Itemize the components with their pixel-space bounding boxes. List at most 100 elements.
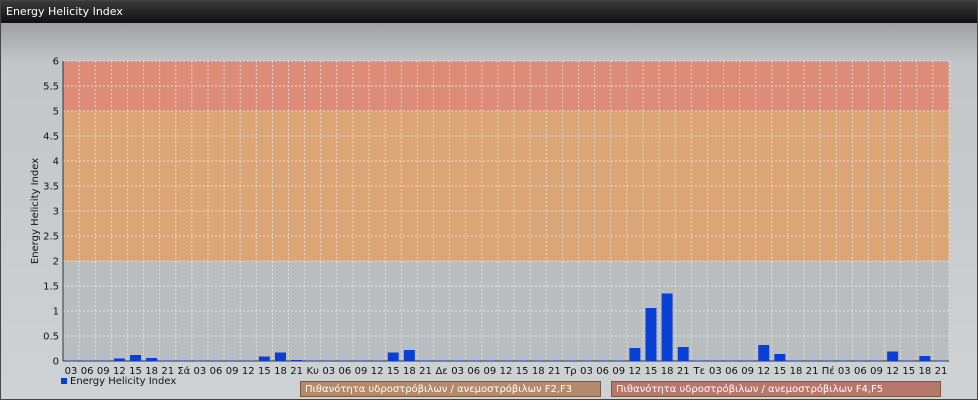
y-tick-label: 1.5 xyxy=(43,282,59,293)
bar xyxy=(677,347,689,361)
bar xyxy=(355,360,367,362)
x-tick-label: 03 xyxy=(451,366,464,377)
window-title: Energy Helicity Index xyxy=(1,1,977,23)
bar xyxy=(613,360,625,362)
bar xyxy=(452,360,464,362)
y-tick-label: 1 xyxy=(53,307,59,318)
x-tick-label: 03 xyxy=(709,366,722,377)
x-tick-label: 21 xyxy=(419,366,432,377)
x-tick-label: 21 xyxy=(935,366,948,377)
bar xyxy=(178,360,190,362)
legend-label: Energy Helicity Index xyxy=(70,376,177,387)
x-tick-label: 09 xyxy=(741,366,754,377)
bar xyxy=(774,354,786,361)
y-tick-label: 4.5 xyxy=(43,132,59,143)
bar xyxy=(468,360,480,362)
x-tick-label: 12 xyxy=(757,366,770,377)
bar xyxy=(500,360,512,362)
bar xyxy=(661,293,673,361)
y-tick-label: 2 xyxy=(53,257,59,268)
bar xyxy=(194,360,206,362)
bar xyxy=(403,350,415,361)
bar xyxy=(113,358,125,361)
x-tick-label: 12 xyxy=(886,366,899,377)
bar xyxy=(146,358,158,361)
bar xyxy=(758,345,770,361)
y-tick-label: 6 xyxy=(53,57,59,68)
bar xyxy=(645,308,657,361)
legend-swatch xyxy=(61,378,67,384)
x-tick-label: 06 xyxy=(854,366,867,377)
x-tick-label: 06 xyxy=(596,366,609,377)
bar xyxy=(436,360,448,362)
x-tick-label: 12 xyxy=(371,366,384,377)
x-tick-label: 09 xyxy=(612,366,625,377)
bar xyxy=(242,360,254,362)
x-tick-label: 06 xyxy=(339,366,352,377)
x-tick-label: 12 xyxy=(629,366,642,377)
bar xyxy=(387,352,399,361)
x-tick-label: Δε xyxy=(435,366,447,377)
bar xyxy=(65,360,77,362)
x-tick-label: 18 xyxy=(403,366,416,377)
x-tick-label: 15 xyxy=(773,366,786,377)
y-tick-label: 3 xyxy=(53,207,59,218)
x-tick-label: 09 xyxy=(355,366,368,377)
x-tick-label: 09 xyxy=(870,366,883,377)
y-tick-label: 3.5 xyxy=(43,182,59,193)
chart-area: 0 0.5 1 1.5 2 2.5 3 3.5 4 4.5 5 5.5 6 Energy Helicity… xyxy=(1,23,977,399)
y-tick-label: 5.5 xyxy=(43,82,59,93)
y-tick-label: 2.5 xyxy=(43,232,59,243)
bar xyxy=(597,360,609,362)
x-tick-label: 03 xyxy=(194,366,207,377)
bar xyxy=(274,352,286,361)
x-tick-label: 12 xyxy=(500,366,513,377)
bar xyxy=(871,360,882,362)
bar xyxy=(323,360,335,362)
bar xyxy=(790,360,802,362)
x-tick-label: 15 xyxy=(258,366,271,377)
bar xyxy=(484,360,496,362)
band-label-f2f3: Πιθανότητα υδροστρόβιλων / ανεμοστρόβιλω… xyxy=(300,381,601,397)
x-tick-label: 18 xyxy=(661,366,674,377)
x-tick-label: 03 xyxy=(322,366,335,377)
x-tick-label: Τε xyxy=(693,366,706,377)
bar xyxy=(339,360,351,362)
x-tick-label: 15 xyxy=(902,366,915,377)
bar xyxy=(162,360,174,362)
bar xyxy=(307,360,319,362)
bar xyxy=(564,360,576,362)
x-tick-label: 15 xyxy=(645,366,658,377)
x-tick-label: 03 xyxy=(580,366,593,377)
x-tick-label: 06 xyxy=(725,366,738,377)
y-tick-label: 5 xyxy=(53,107,59,118)
bar xyxy=(130,355,141,361)
x-tick-label: 21 xyxy=(290,366,303,377)
bar xyxy=(581,360,593,362)
x-tick-label: 03 xyxy=(838,366,851,377)
x-tick-label: 09 xyxy=(484,366,497,377)
bar xyxy=(291,360,303,361)
x-tick-label: Κυ xyxy=(307,366,320,377)
x-tick-label: 15 xyxy=(387,366,400,377)
bar xyxy=(854,360,866,362)
x-tick-label: 18 xyxy=(274,366,287,377)
bar xyxy=(516,360,528,362)
bar xyxy=(371,360,383,362)
bar xyxy=(903,360,915,362)
x-tick-label: 18 xyxy=(790,366,803,377)
legend: Energy Helicity Index xyxy=(61,376,176,387)
bar xyxy=(226,360,238,362)
bar xyxy=(935,360,947,362)
x-tick-label: 21 xyxy=(677,366,690,377)
ehi-chart: 0 0.5 1 1.5 2 2.5 3 3.5 4 4.5 5 5.5 6 Energy Helicity… xyxy=(30,57,950,377)
bar xyxy=(532,360,544,362)
bar xyxy=(838,360,850,362)
x-tick-label: 21 xyxy=(548,366,561,377)
x-tick-label: 18 xyxy=(918,366,931,377)
bar xyxy=(742,360,754,362)
x-tick-label: 09 xyxy=(226,366,239,377)
bar xyxy=(210,360,222,362)
x-tick-label: Πέ xyxy=(822,365,835,377)
bar xyxy=(822,360,834,362)
